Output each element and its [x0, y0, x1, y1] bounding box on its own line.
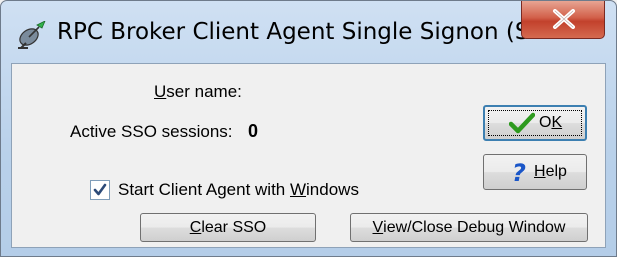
sso-dialog-window: RPC Broker Client Agent Single Signon (S… — [0, 0, 617, 257]
blue-question-mark-icon: ? — [512, 160, 526, 184]
window-title: RPC Broker Client Agent Single Signon (S… — [57, 19, 552, 45]
debug-button-label: View/Close Debug Window — [372, 218, 566, 236]
clear-sso-button-label: Clear SSO — [189, 218, 267, 236]
ok-button-label: OK — [509, 107, 562, 139]
user-name-label: User name: — [154, 82, 242, 101]
help-button[interactable]: ? Help — [483, 154, 587, 190]
start-with-windows-checkbox[interactable] — [90, 180, 110, 200]
clear-sso-button[interactable]: Clear SSO — [140, 213, 316, 242]
dialog-client-area: User name: Active SSO sessions: 0 Start … — [11, 63, 606, 248]
help-button-label: ? Help — [510, 155, 567, 189]
green-checkmark-icon — [509, 112, 535, 134]
start-with-windows-label[interactable]: Start Client Agent with Windows — [118, 180, 359, 200]
checkmark-icon — [93, 183, 107, 196]
ok-button[interactable]: OK — [483, 105, 587, 141]
svg-text:?: ? — [512, 160, 526, 184]
title-bar[interactable]: RPC Broker Client Agent Single Signon (S… — [1, 1, 616, 63]
close-button[interactable] — [521, 1, 605, 39]
view-close-debug-window-button[interactable]: View/Close Debug Window — [350, 213, 588, 242]
satellite-dish-icon — [15, 20, 49, 49]
active-sessions-value: 0 — [248, 121, 259, 141]
close-icon — [553, 9, 575, 29]
active-sessions-label: Active SSO sessions: — [70, 122, 233, 141]
